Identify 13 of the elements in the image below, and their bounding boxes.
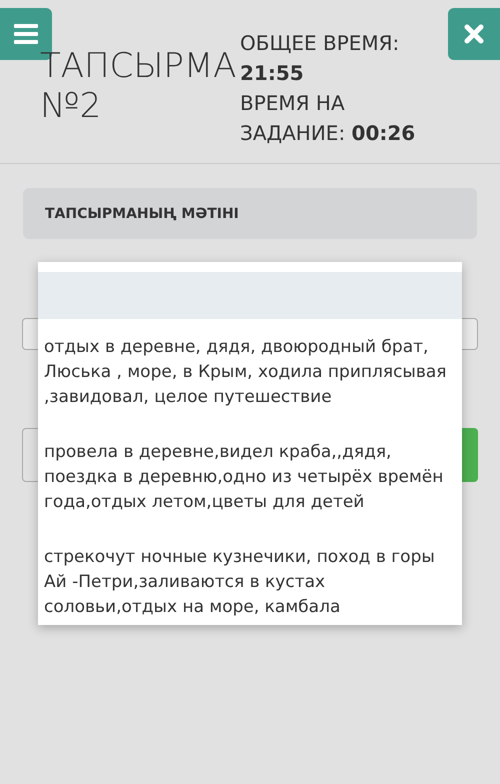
dropdown-option[interactable]: провела в деревне,видел краба,,дядя, поездка в деревню,одно из четырёх времён года,отдых летом,цветы для детей bbox=[38, 440, 462, 515]
total-time: 21:55 bbox=[240, 60, 305, 87]
total-time-label: ОБЩЕЕ ВРЕМЯ: bbox=[240, 30, 400, 57]
close-icon bbox=[464, 24, 484, 44]
dropdown-option[interactable]: стрекочут ночные кузнечики, поход в горы Ай -Петри,заливаются в кустах соловьи,отдых на море, камбала bbox=[38, 545, 462, 620]
task-title: ТАПСЫРМА bbox=[40, 46, 238, 86]
menu-icon bbox=[14, 24, 38, 44]
task-time-label: ВРЕМЯ НА bbox=[240, 90, 346, 117]
close-button[interactable] bbox=[448, 8, 500, 60]
section-title: ТАПСЫРМАНЫҢ МӘТІНІ bbox=[45, 206, 239, 222]
task-number: №2 bbox=[40, 86, 102, 126]
task-time: ЗАДАНИЕ: 00:26 bbox=[240, 120, 416, 147]
dropdown-option[interactable]: отдых в деревне, дядя, двоюродный брат, Люська , море, в Крым, ходила приплясывая ,завидовал, целое путешествие bbox=[38, 335, 462, 410]
